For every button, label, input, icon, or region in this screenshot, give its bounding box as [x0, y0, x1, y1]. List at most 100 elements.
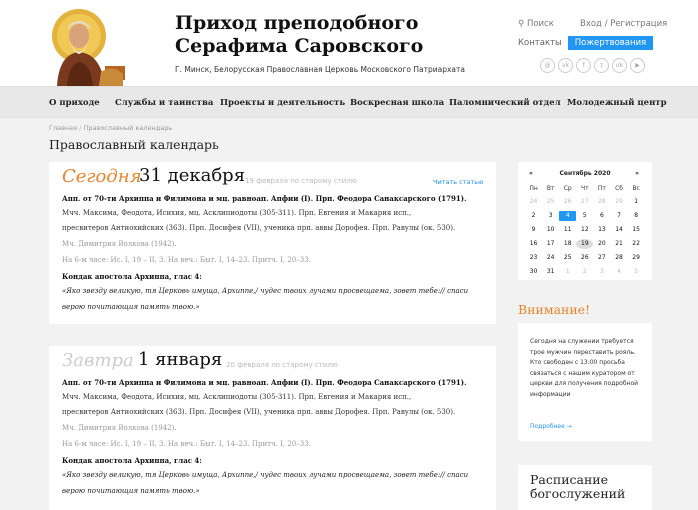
schedule-card: Расписание богослужений [518, 465, 652, 510]
calendar-day[interactable]: 13 [593, 225, 610, 235]
kontakion-title: Кондак апостола Архиппа, глас 4: [62, 272, 202, 281]
calendar-day[interactable]: 1 [628, 197, 645, 207]
breadcrumb-home[interactable]: Главная [49, 124, 77, 132]
mail-icon[interactable]: @ [540, 58, 555, 73]
calendar-day[interactable]: 24 [542, 253, 559, 263]
login-link[interactable]: Вход / Регистрация [580, 19, 667, 29]
nav-item-about[interactable]: О приходе [49, 98, 100, 108]
site-title-line2: Серафима Саровского [175, 35, 424, 57]
calendar-day[interactable]: 30 [525, 267, 542, 277]
saints-line: пресвитеров Антиохийских (363). Прп. Дос… [62, 224, 456, 232]
calendar-day[interactable]: 15 [628, 225, 645, 235]
calendar-day[interactable]: 18 [559, 239, 576, 249]
saints-line: Мчч. Максима, Феодота, Исихия, мц. Аскли… [62, 209, 412, 217]
nav-item-sunday-school[interactable]: Воскресная школа [350, 98, 444, 108]
attention-text: Сегодня на служении требуется трое мужчи… [530, 338, 639, 398]
calendar-day[interactable]: 16 [525, 239, 542, 249]
calendar-day[interactable]: 5 [628, 267, 645, 277]
calendar-weekdays: Пн Вт Ср Чт Пт Сб Вс [525, 184, 653, 194]
facebook-icon[interactable]: f [576, 58, 591, 73]
saint-icon-image[interactable] [49, 6, 132, 86]
kontakion-text: «Яко звезду великую, тя Церковь имуща, А… [62, 287, 469, 295]
calendar-day[interactable]: 28 [593, 197, 610, 207]
read-article-link[interactable]: Читать статью [433, 178, 484, 186]
twitter-icon[interactable]: t [594, 58, 609, 73]
today-old-style: 19 февраля по старому стилю [245, 177, 357, 185]
vk-icon[interactable]: vk [558, 58, 573, 73]
calendar-day[interactable]: 27 [576, 197, 593, 207]
calendar-day[interactable]: 25 [542, 197, 559, 207]
calendar-day[interactable]: 11 [559, 225, 576, 235]
calendar-day[interactable]: 26 [559, 197, 576, 207]
readings-line: На 6-м часе: Ис. I, 19 – II, 3. На веч.:… [62, 440, 311, 448]
calendar-day[interactable]: 5 [576, 211, 593, 221]
tomorrow-date: 1 января [138, 349, 223, 370]
calendar-day[interactable]: 12 [576, 225, 593, 235]
calendar-day[interactable]: 4 [559, 211, 577, 221]
search-link[interactable]: ⚲ Поиск [518, 19, 554, 29]
calendar-day[interactable]: 2 [525, 211, 542, 221]
nav-item-projects[interactable]: Проекты и деятельность [220, 98, 345, 108]
saints-line: Мчч. Максима, Феодота, Исихия, мц. Аскли… [62, 393, 412, 401]
calendar-day[interactable]: 21 [610, 239, 627, 249]
calendar-day[interactable]: 10 [542, 225, 559, 235]
calendar-day[interactable]: 23 [525, 253, 542, 263]
calendar-header: Сентябрь 2020 « » [518, 170, 652, 180]
calendar-day[interactable]: 31 [542, 267, 559, 277]
calendar-day[interactable]: 3 [542, 211, 559, 221]
saints-line: Апп. от 70-ти Архиппа и Филимона и мц. р… [62, 378, 467, 387]
calendar-week: 24 25 26 27 28 29 1 [525, 197, 653, 207]
calendar-day[interactable]: 19 [576, 239, 594, 249]
calendar-day[interactable]: 14 [610, 225, 627, 235]
calendar-day[interactable]: 29 [610, 197, 627, 207]
saints-line: пресвитеров Антиохийских (363). Прп. Дос… [62, 408, 456, 416]
schedule-title[interactable]: Расписание богослужений [530, 473, 652, 501]
calendar-day[interactable]: 2 [576, 267, 593, 277]
calendar-day[interactable]: 4 [610, 267, 627, 277]
calendar-day[interactable]: 3 [593, 267, 610, 277]
calendar-day[interactable]: 24 [525, 197, 542, 207]
youtube-icon[interactable]: ▶ [630, 58, 645, 73]
calendar-week: 23 24 25 26 27 28 29 [525, 253, 653, 263]
nav-item-pilgrimage[interactable]: Паломнический отдел [449, 98, 561, 108]
calendar-day[interactable]: 8 [628, 211, 645, 221]
calendar-day[interactable]: 27 [593, 253, 610, 263]
calendar-day[interactable]: 25 [559, 253, 576, 263]
calendar-day[interactable]: 9 [525, 225, 542, 235]
tomorrow-card: Завтра 1 января 20 февраля по старому ст… [49, 346, 496, 510]
page-title: Православный календарь [49, 137, 219, 152]
calendar-day[interactable]: 28 [610, 253, 627, 263]
calendar-day[interactable]: 7 [610, 211, 627, 221]
calendar-day[interactable]: 1 [559, 267, 576, 277]
calendar-week: 2345678 [525, 211, 653, 221]
calendar-day[interactable]: 26 [576, 253, 593, 263]
calendar-day[interactable]: 29 [628, 253, 645, 263]
kontakion-text: верою почитающия память твою.» [62, 303, 200, 311]
attention-card: Сегодня на служении требуется трое мужчи… [518, 323, 652, 441]
nav-item-youth[interactable]: Молодежный центр [567, 98, 667, 108]
search-label: Поиск [526, 19, 554, 29]
calendar-day[interactable]: 22 [628, 239, 645, 249]
calendar-weekday: Вс [632, 185, 640, 192]
attention-more-link[interactable]: Подробнее → [530, 423, 572, 430]
tomorrow-old-style: 20 февраля по старому стилю [226, 361, 338, 369]
saints-line: Мч. Димитрия Волкова (1942). [62, 424, 177, 432]
donate-button[interactable]: Пожертвования [568, 36, 653, 50]
calendar-day[interactable]: 6 [593, 211, 610, 221]
calendar-day[interactable]: 17 [542, 239, 559, 249]
calendar-prev-icon[interactable]: « [529, 170, 533, 177]
nav-item-services[interactable]: Службы и таинства [115, 98, 213, 108]
calendar-day[interactable]: 20 [593, 239, 610, 249]
odnoklassniki-icon[interactable]: ok [612, 58, 627, 73]
search-icon: ⚲ [518, 19, 525, 29]
contacts-link[interactable]: Контакты [518, 38, 562, 48]
calendar-next-icon[interactable]: » [635, 170, 639, 177]
tomorrow-label: Завтра [62, 350, 134, 371]
calendar-weekday: Чт [581, 185, 589, 192]
social-icons: @ vk f t ok ▶ [540, 58, 645, 73]
site-title[interactable]: Приход преподобного Серафима Саровского [175, 12, 423, 58]
breadcrumb: Главная / Православный календарь [49, 124, 172, 132]
site-header: Приход преподобного Серафима Саровского … [0, 0, 698, 86]
saints-line: Апп. от 70-ти Архиппа и Филимона и мц. р… [62, 194, 467, 203]
readings-line: На 6-м часе: Ис. I, 19 – II, 3. На веч.:… [62, 256, 311, 264]
